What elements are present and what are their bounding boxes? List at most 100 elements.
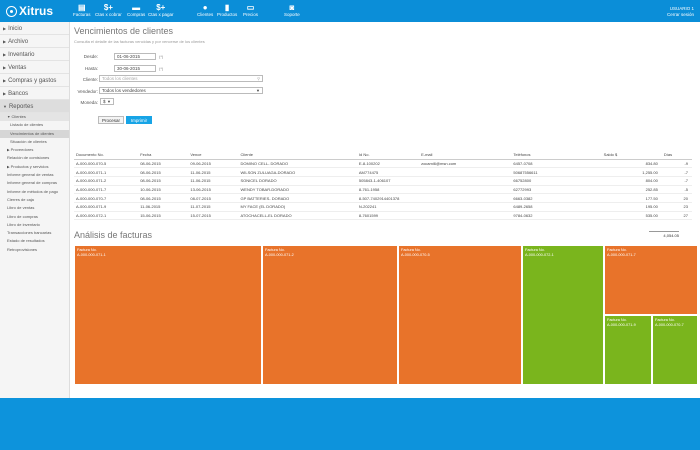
nav-precios[interactable]: ▭ Precios [243, 3, 258, 17]
sidebar-item-estado-resultados[interactable]: Estado de resultados [0, 237, 69, 245]
table-header-row: Documento No. Fecha Vence Cliente Id No.… [74, 150, 692, 160]
col-vence[interactable]: Vence [188, 150, 239, 160]
caret-right-icon: ▶ [3, 26, 7, 31]
total-balance: 4,054.05 [649, 231, 679, 238]
col-documento[interactable]: Documento No. [74, 150, 139, 160]
treemap-tile[interactable]: Factura No. A-000-000-071-7 [604, 245, 698, 315]
table-row[interactable]: A-000-000-072-1 15-06-2015 15-07-2015 ATOCH… [74, 211, 692, 221]
nav-ctas-pagar[interactable]: $+ Ctas x pagar [148, 3, 174, 17]
user-box: USUARIO 1 Cerrar sesión [667, 6, 694, 18]
col-dias[interactable]: Días [661, 150, 692, 160]
hasta-label: Hasta: [84, 66, 98, 71]
table-row[interactable]: A-000-000-070-5 08-06-2015 09-06-2015 DOMIN… [74, 159, 692, 169]
logo-icon [6, 6, 17, 17]
top-toolbar: Xitrus ▤ Facturas $+ Ctas x cobrar ▬ Compra… [0, 0, 700, 22]
nav-clientes[interactable]: ● Clientes [197, 3, 213, 17]
box-icon: ▮ [224, 3, 230, 12]
nav-soporte[interactable]: ◙ Soporte [284, 3, 300, 17]
sidebar-item-archivo[interactable]: ▶ Archivo [0, 35, 69, 48]
col-cliente[interactable]: Cliente [238, 150, 357, 160]
col-fecha[interactable]: Fecha [138, 150, 189, 160]
sidebar-item-informe-ventas[interactable]: Informe general de ventas [0, 171, 69, 179]
footer-bar [0, 398, 700, 450]
sidebar-item-retroprovisiones[interactable]: Retroprovisiones [0, 246, 69, 254]
sidebar-item-listado-clientes[interactable]: Listado de clientes [0, 121, 69, 129]
user-icon: ● [202, 3, 208, 12]
table-row[interactable]: A-000-000-071-2 08-06-2015 11-06-2015 SONIC… [74, 176, 692, 186]
table-row[interactable]: A-000-000-071-1 08-06-2015 11-06-2015 WILSO… [74, 167, 692, 177]
main-content: Vencimientos de clientes Consulta el det… [74, 22, 698, 398]
col-email[interactable]: E-mail [419, 150, 512, 160]
sidebar-subgroup-clientes[interactable]: ▼ Clientes [0, 113, 69, 122]
caret-right-icon: ▶ [3, 65, 7, 70]
vendedor-select[interactable]: Todos los vendedores ▼ [99, 87, 263, 94]
page-title: Vencimientos de clientes [74, 26, 174, 36]
desde-label: Desde: [83, 54, 98, 59]
cliente-label: Cliente: [82, 77, 98, 82]
search-icon: ⚲ [257, 76, 260, 81]
chevron-down-icon: ▼ [256, 88, 260, 93]
sidebar-item-metodos-pago[interactable]: Informe de métodos de pago [0, 188, 69, 196]
caret-right-icon: ▶ [3, 91, 7, 96]
caret-right-icon: ▶ [3, 52, 7, 57]
col-id[interactable]: Id No. [356, 150, 420, 160]
email-cell: zocami6@msn.com [419, 159, 512, 169]
table-row[interactable]: A-000-000-071-7 10-06-2015 13-06-2015 WENDY… [74, 185, 692, 195]
sidebar-item-inicio[interactable]: ▶ Inicio [0, 22, 69, 35]
table-row[interactable]: A-000-000-070-7 08-06-2015 08-07-2015 GP BA… [74, 193, 692, 203]
invoice-treemap: Factura No. A-000-000-071-1 Factura No. A-… [74, 245, 698, 385]
nav-compras[interactable]: ▬ Compras [127, 3, 145, 17]
treemap-tile[interactable]: Factura No. A-000-000-070-7 [652, 315, 698, 385]
sidebar-item-libro-ventas[interactable]: Libro de ventas [0, 204, 69, 212]
treemap-tile[interactable]: Factura No. A-000-000-072-1 [522, 245, 604, 385]
desde-date-input[interactable]: 01-06-2015 [114, 53, 156, 60]
sidebar-item-comisiones[interactable]: Relación de comisiones [0, 154, 69, 162]
sidebar-item-libro-compras[interactable]: Libro de compras [0, 213, 69, 221]
logout-link[interactable]: Cerrar sesión [667, 12, 694, 18]
nav-facturas[interactable]: ▤ Facturas [73, 3, 91, 17]
app-logo[interactable]: Xitrus [6, 4, 53, 18]
treemap-tile[interactable]: Factura No. A-000-000-070-5 [398, 245, 522, 385]
caret-right-icon: ▶ [3, 39, 7, 44]
tag-icon: ▭ [246, 3, 255, 12]
sidebar-item-reportes[interactable]: ▼ Reportes [0, 100, 69, 113]
nav-ctas-cobrar[interactable]: $+ Ctas x cobrar [95, 3, 122, 17]
desde-hint: (*) [159, 54, 164, 59]
sidebar-item-compras-gastos[interactable]: ▶ Compras y gastos [0, 74, 69, 87]
cliente-search-input[interactable]: Todos los clientes ⚲ [99, 75, 263, 82]
page-subtitle: Consulta el detalle de las facturas venc… [74, 39, 205, 44]
sidebar-item-libro-inventario[interactable]: Libro de inventario [0, 221, 69, 229]
sidebar-item-productos-servicios[interactable]: ▶ Productos y servicios [0, 163, 69, 171]
sidebar-item-ventas[interactable]: ▶ Ventas [0, 61, 69, 74]
payable-icon: $+ [156, 3, 166, 12]
treemap-tile[interactable]: Factura No. A-000-000-071-2 [262, 245, 398, 385]
folder-icon: ▬ [132, 3, 141, 12]
treemap-tile[interactable]: Factura No. A-000-000-071-9 [604, 315, 652, 385]
sidebar-item-bancos[interactable]: ▶ Bancos [0, 87, 69, 100]
sidebar-item-transacciones[interactable]: Transacciones bancarias [0, 229, 69, 237]
hasta-hint: (*) [159, 66, 164, 71]
receivable-icon: $+ [103, 3, 113, 12]
caret-down-icon: ▼ [3, 104, 7, 109]
table-row[interactable]: A-000-000-071-9 11-06-2015 11-07-2015 MY FA… [74, 202, 692, 212]
nav-productos[interactable]: ▮ Productos [217, 3, 237, 17]
print-button[interactable]: Imprimir [126, 116, 152, 124]
chat-icon: ◙ [289, 3, 295, 12]
sidebar-item-cierres-caja[interactable]: Cierres de caja [0, 196, 69, 204]
sidebar-item-situacion-clientes[interactable]: Situación de clientes [0, 138, 69, 146]
sidebar: ▶ Inicio ▶ Archivo ▶ Inventario ▶ Ventas ▶ Co… [0, 22, 70, 398]
moneda-select[interactable]: $ ▼ [100, 98, 114, 105]
sidebar-item-proveedores[interactable]: ▶ Proveedores [0, 146, 69, 154]
col-telefonos[interactable]: Teléfonos [511, 150, 602, 160]
hasta-date-input[interactable]: 30-06-2015 [114, 65, 156, 72]
process-button[interactable]: Procesar [98, 116, 124, 124]
due-invoices-table: Documento No. Fecha Vence Cliente Id No.… [74, 150, 692, 221]
sidebar-item-informe-compras[interactable]: Informe general de compras [0, 179, 69, 187]
treemap-tile[interactable]: Factura No. A-000-000-071-1 [74, 245, 262, 385]
vendedor-label: Vendedor: [77, 89, 98, 94]
sidebar-item-vencimientos-clientes[interactable]: Vencimientos de clientes [0, 129, 69, 138]
chevron-down-icon: ▼ [107, 99, 111, 104]
invoice-icon: ▤ [77, 3, 86, 12]
col-saldo[interactable]: Saldo $ [601, 150, 662, 160]
sidebar-item-inventario[interactable]: ▶ Inventario [0, 48, 69, 61]
